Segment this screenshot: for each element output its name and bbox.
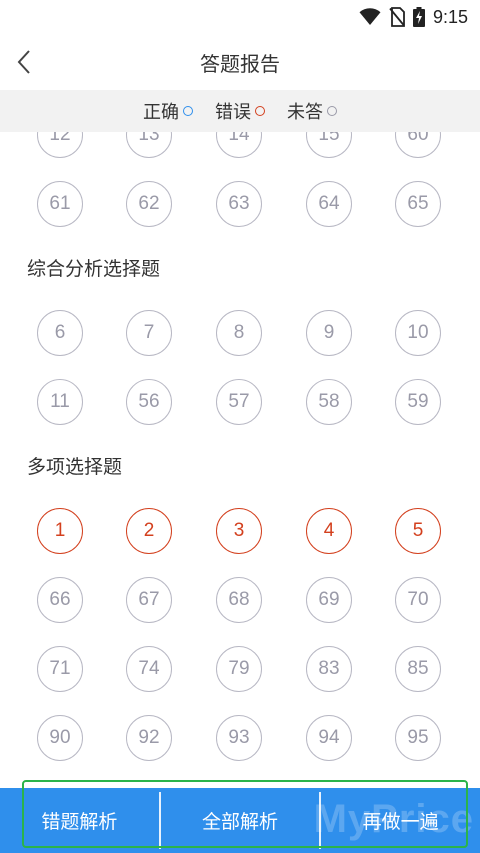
question-row: 90 92 93 94 95 xyxy=(0,705,480,774)
question-row: 6 7 8 9 10 xyxy=(0,300,480,369)
question-list-inner: 12 13 14 15 60 61 62 63 64 65 综合分析选择题 6 7 8 9 10 11 56 57 5… xyxy=(0,132,480,774)
section-title: 多项选择题 xyxy=(27,457,123,478)
legend-dot-wrong xyxy=(255,106,265,116)
status-bar: 9:15 xyxy=(0,0,480,34)
question-number-61[interactable]: 61 xyxy=(37,181,83,227)
question-number-8[interactable]: 8 xyxy=(216,310,262,356)
question-number-7[interactable]: 7 xyxy=(126,310,172,356)
question-number-57[interactable]: 57 xyxy=(216,379,262,425)
all-analysis-button[interactable]: 全部解析 xyxy=(161,788,320,853)
question-number-93[interactable]: 93 xyxy=(216,715,262,761)
legend-dot-correct xyxy=(183,106,193,116)
question-number-9[interactable]: 9 xyxy=(306,310,352,356)
question-number-64[interactable]: 64 xyxy=(306,181,352,227)
question-number-11[interactable]: 11 xyxy=(37,379,83,425)
question-number-56[interactable]: 56 xyxy=(126,379,172,425)
legend-label: 未答 xyxy=(287,102,323,122)
question-number-58[interactable]: 58 xyxy=(306,379,352,425)
question-number-69[interactable]: 69 xyxy=(306,577,352,623)
status-icons: 9:15 xyxy=(359,6,468,28)
question-number-13[interactable]: 13 xyxy=(126,132,172,158)
legend-dot-unanswered xyxy=(327,106,337,116)
question-number-85[interactable]: 85 xyxy=(395,646,441,692)
question-number-59[interactable]: 59 xyxy=(395,379,441,425)
question-number-15[interactable]: 15 xyxy=(306,132,352,158)
question-number-94[interactable]: 94 xyxy=(306,715,352,761)
question-row: 12345 xyxy=(0,498,480,567)
section-title: 综合分析选择题 xyxy=(27,259,161,280)
question-number-90[interactable]: 90 xyxy=(37,715,83,761)
question-row: 66 67 68 69 70 xyxy=(0,567,480,636)
question-number-92[interactable]: 92 xyxy=(126,715,172,761)
question-number-6[interactable]: 6 xyxy=(37,310,83,356)
question-row: 61 62 63 64 65 xyxy=(0,171,480,240)
question-number-10[interactable]: 10 xyxy=(395,310,441,356)
legend-bar: 正确 错误 未答 xyxy=(0,90,480,132)
question-number-2[interactable]: 2 xyxy=(126,508,172,554)
legend-item-wrong: 错误 xyxy=(215,98,265,124)
question-number-62[interactable]: 62 xyxy=(126,181,172,227)
legend-item-correct: 正确 xyxy=(143,98,193,124)
question-number-74[interactable]: 74 xyxy=(126,646,172,692)
wifi-icon xyxy=(359,8,381,25)
question-number-79[interactable]: 79 xyxy=(216,646,262,692)
nav-bar: 答题报告 xyxy=(0,34,480,90)
question-number-95[interactable]: 95 xyxy=(395,715,441,761)
legend-label: 错误 xyxy=(215,102,251,122)
status-time: 9:15 xyxy=(432,6,468,27)
question-number-66[interactable]: 66 xyxy=(37,577,83,623)
question-list[interactable]: 12 13 14 15 60 61 62 63 64 65 综合分析选择题 6 7 8 9 10 11 56 57 5… xyxy=(0,132,480,788)
question-number-67[interactable]: 67 xyxy=(126,577,172,623)
no-sim-icon xyxy=(389,7,405,27)
question-number-4[interactable]: 4 xyxy=(306,508,352,554)
question-number-63[interactable]: 63 xyxy=(216,181,262,227)
bottom-action-bar: 错题解析 全部解析 再做一遍 xyxy=(0,788,480,853)
question-number-71[interactable]: 71 xyxy=(37,646,83,692)
legend-label: 正确 xyxy=(143,102,179,122)
question-number-68[interactable]: 68 xyxy=(216,577,262,623)
redo-button[interactable]: 再做一遍 xyxy=(321,788,480,853)
question-row: 71 74 79 83 85 xyxy=(0,636,480,705)
question-number-83[interactable]: 83 xyxy=(306,646,352,692)
battery-charging-icon xyxy=(412,7,425,27)
question-number-5[interactable]: 5 xyxy=(395,508,441,554)
question-number-14[interactable]: 14 xyxy=(216,132,262,158)
question-number-70[interactable]: 70 xyxy=(395,577,441,623)
question-number-12[interactable]: 12 xyxy=(37,132,83,158)
question-number-60[interactable]: 60 xyxy=(395,132,441,158)
question-number-65[interactable]: 65 xyxy=(395,181,441,227)
wrong-analysis-button[interactable]: 错题解析 xyxy=(0,788,159,853)
question-row: 11 56 57 58 59 xyxy=(0,369,480,438)
legend-item-unanswered: 未答 xyxy=(287,98,337,124)
page-title: 答题报告 xyxy=(200,54,280,76)
question-number-1[interactable]: 1 xyxy=(37,508,83,554)
question-row: 12 13 14 15 60 xyxy=(0,132,480,171)
question-number-3[interactable]: 3 xyxy=(216,508,262,554)
